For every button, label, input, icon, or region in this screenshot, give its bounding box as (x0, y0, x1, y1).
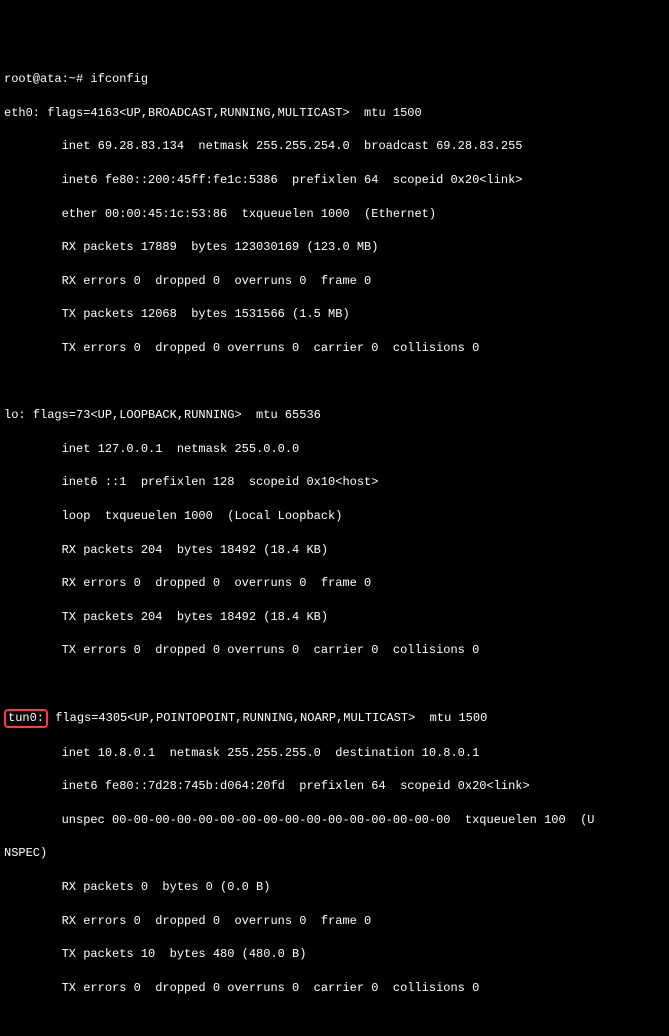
eth0-tx-packets: TX packets 12068 bytes 1531566 (1.5 MB) (4, 306, 665, 323)
eth0-header: eth0: flags=4163<UP,BROADCAST,RUNNING,MU… (4, 105, 665, 122)
eth0-rx-errors: RX errors 0 dropped 0 overruns 0 frame 0 (4, 273, 665, 290)
tun0-tx-errors: TX errors 0 dropped 0 overruns 0 carrier… (4, 980, 665, 997)
eth0-ether: ether 00:00:45:1c:53:86 txqueuelen 1000 … (4, 206, 665, 223)
lo-rx-errors: RX errors 0 dropped 0 overruns 0 frame 0 (4, 575, 665, 592)
tun0-rx-errors: RX errors 0 dropped 0 overruns 0 frame 0 (4, 913, 665, 930)
lo-tx-packets: TX packets 204 bytes 18492 (18.4 KB) (4, 609, 665, 626)
tun0-tx-packets: TX packets 10 bytes 480 (480.0 B) (4, 946, 665, 963)
blank-3 (4, 1013, 665, 1030)
blank-2 (4, 676, 665, 693)
tun0-inet: inet 10.8.0.1 netmask 255.255.255.0 dest… (4, 745, 665, 762)
prompt-line-1: root@ata:~# ifconfig (4, 71, 665, 88)
lo-rx-packets: RX packets 204 bytes 18492 (18.4 KB) (4, 542, 665, 559)
lo-tx-errors: TX errors 0 dropped 0 overruns 0 carrier… (4, 642, 665, 659)
tun0-unspec2: NSPEC) (4, 845, 665, 862)
lo-header: lo: flags=73<UP,LOOPBACK,RUNNING> mtu 65… (4, 407, 665, 424)
eth0-rx-packets: RX packets 17889 bytes 123030169 (123.0 … (4, 239, 665, 256)
tun0-unspec: unspec 00-00-00-00-00-00-00-00-00-00-00-… (4, 812, 665, 829)
lo-loop: loop txqueuelen 1000 (Local Loopback) (4, 508, 665, 525)
lo-inet6: inet6 ::1 prefixlen 128 scopeid 0x10<hos… (4, 474, 665, 491)
tun0-rx-packets: RX packets 0 bytes 0 (0.0 B) (4, 879, 665, 896)
eth0-inet: inet 69.28.83.134 netmask 255.255.254.0 … (4, 138, 665, 155)
blank-1 (4, 374, 665, 391)
eth0-tx-errors: TX errors 0 dropped 0 overruns 0 carrier… (4, 340, 665, 357)
tun0-flags: flags=4305<UP,POINTOPOINT,RUNNING,NOARP,… (48, 711, 487, 725)
tun0-inet6: inet6 fe80::7d28:745b:d064:20fd prefixle… (4, 778, 665, 795)
tun0-highlight: tun0: (4, 709, 48, 727)
tun0-header-line: tun0: flags=4305<UP,POINTOPOINT,RUNNING,… (4, 709, 665, 727)
lo-inet: inet 127.0.0.1 netmask 255.0.0.0 (4, 441, 665, 458)
eth0-inet6: inet6 fe80::200:45ff:fe1c:5386 prefixlen… (4, 172, 665, 189)
